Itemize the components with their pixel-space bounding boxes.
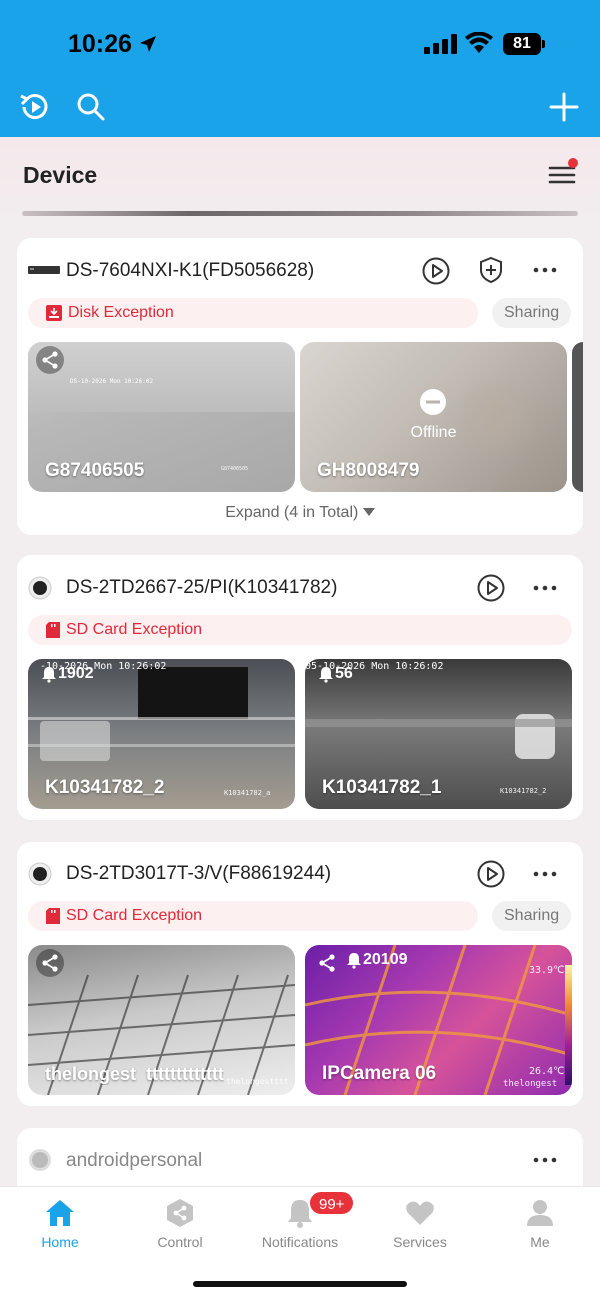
play-icon[interactable] bbox=[476, 573, 506, 603]
alarm-count: 1902 bbox=[40, 665, 94, 683]
nvr-icon bbox=[28, 266, 60, 274]
channel-thumbnail[interactable]: Offline GH8008479 bbox=[300, 342, 567, 492]
device-name: DS-2TD2667-25/PI(K10341782) bbox=[66, 577, 338, 598]
channel-name: IPCamera 06 bbox=[322, 1063, 437, 1084]
page-title: Device bbox=[23, 162, 98, 188]
camera-device-icon bbox=[28, 862, 52, 886]
bell-icon bbox=[347, 953, 361, 969]
temp-min: 26.4℃ bbox=[529, 1066, 565, 1077]
alarm-count: 56 bbox=[317, 665, 353, 683]
add-device-icon[interactable] bbox=[548, 91, 580, 123]
expand-label: Expand (4 in Total) bbox=[225, 504, 359, 521]
channel-name: thelongest ttttttttttttt bbox=[45, 1064, 224, 1084]
device-name: androidpersonal bbox=[66, 1150, 203, 1171]
status-time: 10:26 bbox=[68, 30, 132, 58]
play-icon[interactable] bbox=[476, 859, 506, 889]
sharing-tag: Sharing bbox=[492, 901, 572, 931]
home-icon bbox=[46, 1200, 74, 1226]
channel-thumbnail[interactable]: -10-2026 Mon 10:26:02 1902 K10341782_a K… bbox=[28, 659, 295, 809]
home-indicator bbox=[193, 1281, 407, 1287]
sd-card-icon bbox=[46, 622, 60, 638]
sd-card-exception-banner[interactable]: SD Card Exception bbox=[28, 901, 478, 931]
more-icon[interactable] bbox=[530, 255, 560, 285]
heart-icon bbox=[406, 1201, 434, 1225]
tab-label: Control bbox=[157, 1234, 203, 1250]
tab-label: Home bbox=[41, 1234, 79, 1250]
tab-label: Me bbox=[530, 1234, 550, 1250]
camera-device-icon bbox=[28, 576, 52, 600]
channel-thumbnail[interactable]: 05-10-2026 Mon 10:26:02 56 K10341782_2 K… bbox=[305, 659, 572, 809]
notification-badge: 99+ bbox=[308, 1190, 356, 1216]
camera-stamp: G87406505 bbox=[221, 466, 249, 472]
camera-stamp: thelongestttt bbox=[226, 1077, 289, 1086]
camera-stamp: K10341782_a bbox=[224, 789, 271, 797]
tab-control[interactable]: Control bbox=[120, 1197, 240, 1257]
disk-exception-banner[interactable]: Disk Exception bbox=[28, 298, 478, 328]
chevron-down-icon bbox=[362, 508, 375, 516]
play-icon[interactable] bbox=[421, 256, 451, 286]
tab-label: Services bbox=[393, 1234, 447, 1250]
offline-icon bbox=[420, 389, 446, 415]
more-icon[interactable] bbox=[530, 573, 560, 603]
device-placeholder-icon bbox=[29, 1149, 51, 1171]
disk-warning-icon bbox=[46, 305, 62, 321]
expand-channels-button[interactable]: Expand (4 in Total) bbox=[17, 504, 583, 522]
wifi-icon bbox=[465, 32, 493, 53]
channel-name: G87406505 bbox=[45, 460, 145, 481]
bell-icon bbox=[319, 667, 333, 683]
channel-thumbnail[interactable]: thelongestttt thelongest ttttttttttttt bbox=[28, 945, 295, 1095]
offline-label: Offline bbox=[410, 424, 457, 441]
alarm-count-value: 1902 bbox=[58, 665, 94, 682]
cell-signal-icon bbox=[424, 34, 457, 54]
channel-name: K10341782_1 bbox=[322, 777, 442, 798]
channel-name: GH8008479 bbox=[317, 460, 420, 481]
device-name: DS-7604NXI-K1(FD5056628) bbox=[66, 260, 315, 281]
bell-icon bbox=[42, 667, 56, 683]
exception-label: SD Card Exception bbox=[66, 907, 203, 924]
sharing-tag: Sharing bbox=[492, 298, 572, 328]
device-card[interactable]: DS-7604NXI-K1(FD5056628) Disk Exception … bbox=[17, 238, 583, 535]
share-icon bbox=[36, 346, 64, 374]
camera-stamp: K10341782_2 bbox=[500, 787, 547, 795]
device-name: DS-2TD3017T-3/V(F88619244) bbox=[66, 863, 332, 884]
control-icon bbox=[167, 1199, 193, 1227]
battery-indicator: 81 bbox=[503, 33, 541, 55]
alarm-count-value: 20109 bbox=[363, 951, 408, 968]
osd-timestamp: DS-10-2026 Mon 10:26:02 bbox=[70, 378, 154, 385]
exception-label: Disk Exception bbox=[68, 304, 174, 321]
share-icon bbox=[313, 949, 341, 977]
channel-thumbnail[interactable]: 33.9℃ 26.4℃ thelongest 20109 IPCamera 06 bbox=[305, 945, 572, 1095]
temp-max: 33.9℃ bbox=[529, 965, 565, 976]
playback-icon[interactable] bbox=[18, 90, 52, 124]
device-card[interactable]: DS-2TD2667-25/PI(K10341782) SD Card Exce… bbox=[17, 555, 583, 820]
alarm-count: 20109 bbox=[345, 951, 408, 969]
location-arrow-icon bbox=[140, 36, 156, 52]
channel-thumbnail-partial[interactable] bbox=[572, 342, 583, 492]
group-strip bbox=[22, 211, 578, 216]
more-icon[interactable] bbox=[530, 1145, 560, 1175]
battery-nub bbox=[542, 40, 545, 48]
tab-label: Notifications bbox=[261, 1234, 339, 1250]
shield-add-icon[interactable] bbox=[476, 255, 506, 285]
more-icon[interactable] bbox=[530, 859, 560, 889]
tab-home[interactable]: Home bbox=[0, 1197, 120, 1257]
menu-notification-dot bbox=[568, 158, 578, 168]
tab-me[interactable]: Me bbox=[480, 1197, 600, 1257]
person-icon bbox=[527, 1200, 553, 1226]
search-icon[interactable] bbox=[76, 92, 106, 122]
tab-services[interactable]: Services bbox=[360, 1197, 480, 1257]
camera-stamp: thelongest bbox=[503, 1079, 558, 1089]
alarm-count-value: 56 bbox=[335, 665, 353, 682]
channel-thumbnail[interactable]: DS-10-2026 Mon 10:26:02 G87406505 G87406… bbox=[28, 342, 295, 492]
channel-name: K10341782_2 bbox=[45, 777, 165, 798]
device-card[interactable]: DS-2TD3017T-3/V(F88619244) SD Card Excep… bbox=[17, 842, 583, 1106]
exception-label: SD Card Exception bbox=[66, 621, 203, 638]
sd-card-exception-banner[interactable]: SD Card Exception bbox=[28, 615, 572, 645]
sd-card-icon bbox=[46, 908, 60, 924]
share-icon bbox=[36, 949, 64, 977]
